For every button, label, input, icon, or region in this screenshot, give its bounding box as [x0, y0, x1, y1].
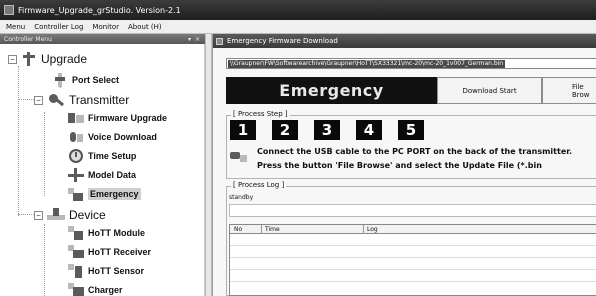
app-icon	[4, 5, 14, 15]
firmware-upgrade-icon	[68, 111, 84, 125]
step-3: 3	[314, 120, 340, 140]
hott-module-icon	[68, 226, 84, 240]
process-step-label: [ Process Step ]	[231, 110, 290, 118]
step-4: 4	[356, 120, 382, 140]
menu-item-monitor[interactable]: Monitor	[92, 23, 119, 31]
menu-bar: Menu Controller Log Monitor About (H)	[0, 20, 596, 34]
process-log-label: [ Process Log ]	[231, 181, 287, 189]
collapse-toggle[interactable]: −	[34, 95, 43, 105]
log-progress-strip	[229, 204, 596, 217]
tree-connector	[18, 66, 19, 216]
tree-node-port-select[interactable]: Port Select	[52, 73, 119, 87]
tree-node-hott-sensor[interactable]: HoTT Sensor	[68, 264, 144, 278]
window-title: Firmware_Upgrade_grStudio. Version-2.1	[18, 5, 181, 15]
tree-label-hott-module: HoTT Module	[88, 228, 145, 238]
panel-splitter[interactable]	[205, 34, 212, 296]
column-log[interactable]: Log	[367, 226, 378, 233]
hott-receiver-icon	[68, 245, 84, 259]
upgrade-icon	[21, 52, 37, 66]
pane-title: Emergency Firmware Download	[227, 37, 338, 45]
table-row	[230, 269, 596, 270]
port-plug-icon	[52, 73, 68, 87]
step-1: 1	[230, 120, 256, 140]
controller-tree: − Upgrade Port Select − Transmitter Firm…	[0, 44, 205, 296]
mode-banner: Emergency	[226, 77, 437, 104]
controller-menu-header: Controller Menu ▾ ×	[0, 34, 205, 44]
column-time[interactable]: Time	[265, 226, 280, 233]
tree-connector	[44, 224, 45, 296]
hott-sensor-icon	[68, 264, 84, 278]
file-browse-button[interactable]: File Brow	[542, 77, 596, 104]
collapse-toggle[interactable]: −	[8, 54, 17, 64]
emergency-icon	[68, 187, 84, 201]
charger-icon	[68, 283, 84, 296]
status-text: standby	[229, 194, 254, 201]
instruction-connect-usb: Connect the USB cable to the PC PORT on …	[257, 147, 573, 156]
tree-label-time-setup: Time Setup	[88, 151, 137, 161]
menu-item-menu[interactable]: Menu	[6, 23, 25, 31]
controller-menu-title: Controller Menu	[4, 35, 52, 43]
tree-node-hott-module[interactable]: HoTT Module	[68, 226, 145, 240]
column-divider	[363, 225, 364, 234]
tree-connector	[18, 99, 34, 100]
clock-icon	[68, 149, 84, 163]
tree-label-voice-download: Voice Download	[88, 132, 157, 142]
tree-node-model-data[interactable]: Model Data	[68, 168, 136, 182]
tree-label-model-data: Model Data	[88, 170, 137, 180]
tree-node-emergency[interactable]: Emergency	[68, 187, 141, 201]
tree-label-port-select: Port Select	[72, 75, 120, 85]
menu-item-controller-log[interactable]: Controller Log	[34, 23, 83, 31]
table-row	[230, 281, 596, 282]
file-path-text: \\Graupner\FW\Softwarearchive\Graupner\H…	[228, 60, 506, 68]
tree-node-charger[interactable]: Charger	[68, 283, 123, 296]
tree-label-emergency: Emergency	[88, 188, 141, 200]
voice-download-icon	[68, 130, 84, 144]
tree-label-transmitter: Transmitter	[69, 93, 130, 107]
tree-node-time-setup[interactable]: Time Setup	[68, 149, 136, 163]
tree-node-transmitter[interactable]: − Transmitter	[34, 92, 129, 108]
collapse-toggle[interactable]: −	[34, 210, 43, 220]
tree-label-charger: Charger	[88, 285, 123, 295]
step-2: 2	[272, 120, 298, 140]
tree-label-device: Device	[69, 208, 106, 222]
download-start-button[interactable]: Download Start	[437, 77, 542, 104]
pane-icon	[216, 37, 223, 45]
step-5: 5	[398, 120, 424, 140]
tree-node-upgrade[interactable]: − Upgrade	[8, 52, 87, 66]
tree-node-firmware-upgrade[interactable]: Firmware Upgrade	[68, 111, 167, 125]
device-icon	[47, 207, 65, 223]
column-divider	[261, 225, 262, 234]
pane-header: Emergency Firmware Download	[213, 34, 596, 48]
tree-label-hott-receiver: HoTT Receiver	[88, 247, 152, 257]
file-path-field[interactable]: \\Graupner\FW\Softwarearchive\Graupner\H…	[226, 58, 596, 69]
tree-node-hott-receiver[interactable]: HoTT Receiver	[68, 245, 151, 259]
usb-cable-icon	[230, 149, 247, 164]
column-no[interactable]: No	[234, 226, 242, 233]
tree-label-hott-sensor: HoTT Sensor	[88, 266, 145, 276]
tree-label-upgrade: Upgrade	[41, 52, 88, 66]
tree-node-voice-download[interactable]: Voice Download	[68, 130, 157, 144]
log-table[interactable]: No Time Log	[229, 224, 596, 296]
tree-connector	[18, 214, 34, 215]
model-plane-icon	[68, 168, 84, 182]
table-row	[230, 257, 596, 258]
panel-header-buttons[interactable]: ▾ ×	[188, 36, 201, 43]
tree-connector	[44, 112, 45, 196]
title-bar: Firmware_Upgrade_grStudio. Version-2.1	[0, 0, 596, 20]
transmitter-icon	[47, 92, 65, 108]
table-row	[230, 245, 596, 246]
emergency-download-pane: Emergency Firmware Download \\Graupner\F…	[212, 34, 596, 296]
tree-node-device[interactable]: − Device	[34, 207, 106, 223]
log-table-header: No Time Log	[230, 225, 596, 234]
instruction-file-browse: Press the button 'File Browse' and selec…	[257, 161, 542, 170]
tree-label-firmware-upgrade: Firmware Upgrade	[88, 113, 168, 123]
menu-item-about[interactable]: About (H)	[128, 23, 162, 31]
